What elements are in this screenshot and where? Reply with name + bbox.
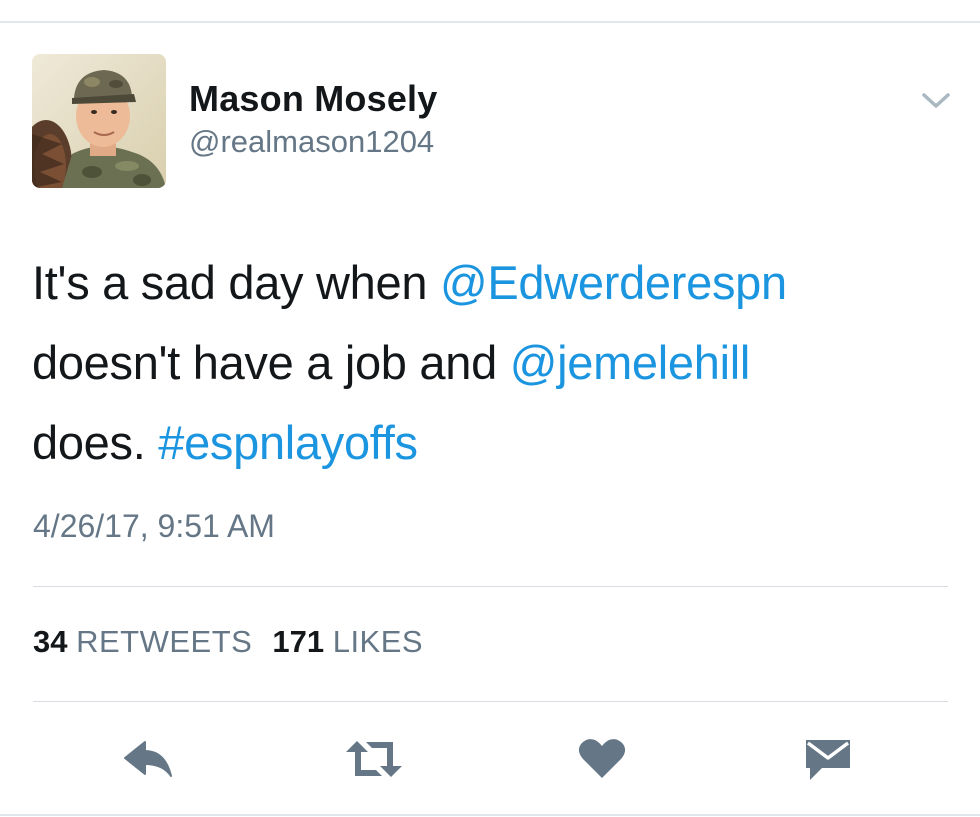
tweet-text-segment: does. xyxy=(32,416,159,469)
retweets-label: RETWEETS xyxy=(76,624,253,659)
tweet-text-segment: doesn't have a job and xyxy=(32,336,510,389)
reply-button[interactable] xyxy=(121,736,177,782)
likes-count: 171 xyxy=(272,624,325,659)
retweet-icon xyxy=(346,741,402,777)
chevron-down-icon[interactable] xyxy=(918,86,954,114)
envelope-icon xyxy=(806,740,850,780)
tweet-text-segment: It's a sad day when xyxy=(32,256,440,309)
mention-link[interactable]: @jemelehill xyxy=(510,336,751,389)
tweet-text-line: It's a sad day when @Edwerderespn xyxy=(32,243,952,323)
author-display-name[interactable]: Mason Mosely xyxy=(189,78,437,120)
like-button[interactable] xyxy=(574,736,630,782)
avatar[interactable] xyxy=(32,54,166,188)
retweet-button[interactable] xyxy=(344,736,402,782)
tweet-text-line: does. #espnlayoffs xyxy=(32,403,952,483)
author-handle[interactable]: @realmason1204 xyxy=(189,124,434,160)
reply-icon xyxy=(124,741,172,777)
retweets-count: 34 xyxy=(33,624,68,659)
avatar-photo xyxy=(32,54,166,188)
retweets-stat[interactable]: 34 RETWEETS xyxy=(33,624,252,659)
direct-message-button[interactable] xyxy=(800,736,856,782)
tweet-stats: 34 RETWEETS 171 LIKES xyxy=(33,624,423,660)
mention-link[interactable]: @Edwerderespn xyxy=(440,256,787,309)
tweet-timestamp[interactable]: 4/26/17, 9:51 AM xyxy=(33,508,275,545)
tweet-text: It's a sad day when @Edwerderespn doesn'… xyxy=(32,243,952,483)
likes-label: LIKES xyxy=(332,624,424,659)
bottom-divider xyxy=(0,814,980,816)
hashtag-link[interactable]: #espnlayoffs xyxy=(158,416,418,469)
divider xyxy=(33,701,948,702)
likes-stat[interactable]: 171 LIKES xyxy=(272,624,423,659)
tweet-text-line: doesn't have a job and @jemelehill xyxy=(32,323,952,403)
heart-icon xyxy=(578,739,626,778)
top-divider xyxy=(0,21,980,23)
divider xyxy=(33,586,948,587)
